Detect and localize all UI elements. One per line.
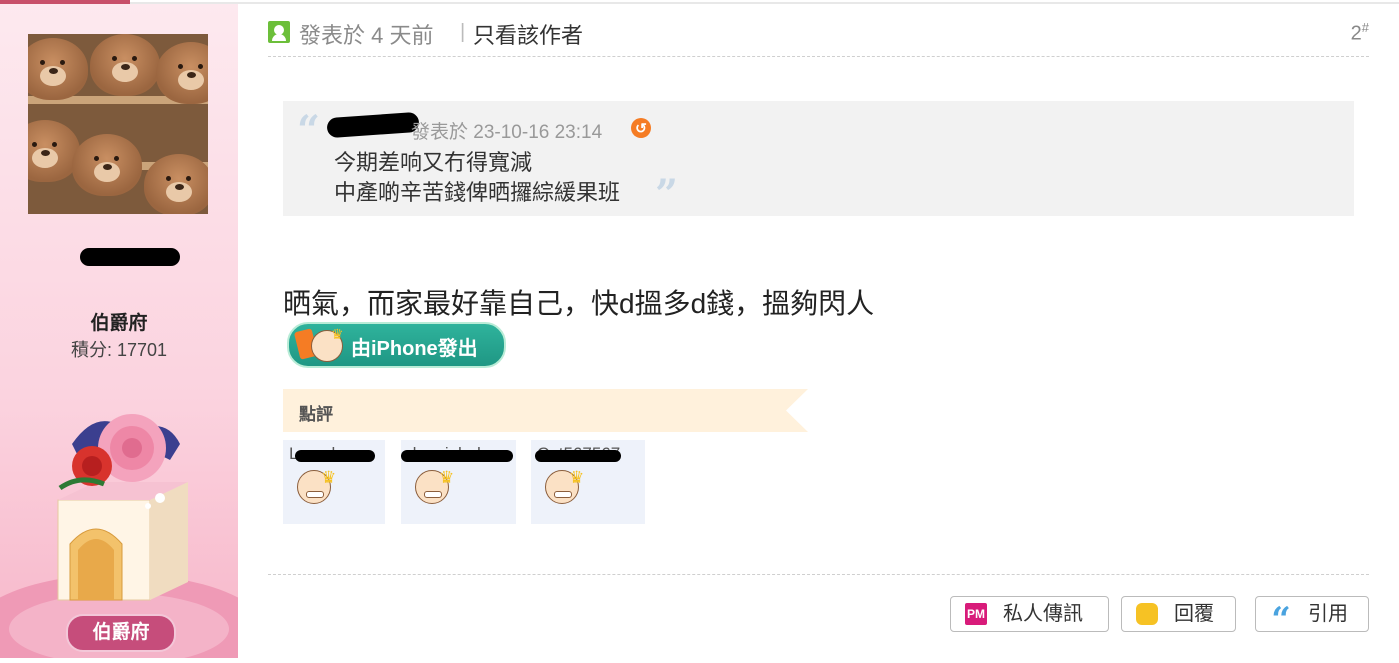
pm-button[interactable]: PM 私人傳訊	[950, 596, 1109, 632]
rating-title: 點評	[299, 405, 333, 424]
redacted-rater	[295, 450, 375, 462]
crown-icon: ♛	[331, 326, 344, 342]
jump-to-post-icon[interactable]: ↺	[631, 118, 651, 138]
quote-line: 中產啲辛苦錢俾晒攞綜緩果班	[334, 180, 621, 205]
pm-button-label: 私人傳訊	[1003, 603, 1083, 625]
crown-icon: ♛	[439, 468, 455, 487]
speech-bubble-icon	[1136, 603, 1158, 625]
rating-header-bg	[283, 389, 808, 432]
rater-card[interactable]: Lamabeee ♛	[283, 440, 385, 524]
quote-meta: 發表於 23-10-16 23:14	[411, 122, 603, 143]
rater-card[interactable]: danniehaha ♛	[401, 440, 516, 524]
header-separator: |	[460, 21, 466, 43]
redacted-rater	[401, 450, 513, 462]
avatar[interactable]	[28, 34, 208, 214]
bear-plush	[90, 34, 160, 96]
footer-divider	[268, 574, 1369, 575]
post-header: 發表於 4 天前 | 只看該作者 2#	[268, 16, 1369, 57]
floor-number-value: 2	[1350, 22, 1362, 45]
post-main: 發表於 4 天前 | 只看該作者 2# “ 發表於 23-10-16 23:14…	[238, 4, 1399, 658]
quote-line: 今期差响又冇得寬減	[334, 150, 533, 175]
floor-number-mark: #	[1361, 20, 1369, 35]
medal-label: 伯爵府	[66, 614, 176, 652]
pm-icon: PM	[965, 603, 987, 625]
quote-icon: “	[1271, 600, 1291, 640]
quote-button[interactable]: “ 引用	[1255, 596, 1369, 640]
user-points: 積分: 17701	[70, 340, 168, 360]
reply-button-label: 回覆	[1174, 603, 1214, 625]
quote-close-icon: ”	[655, 171, 679, 218]
rank-title: 伯爵府	[90, 313, 148, 334]
post-content: 晒氣，而家最好靠自己，快d搵多d錢，搵夠閃人	[283, 288, 875, 319]
iphone-badge[interactable]: ♛ 由iPhone發出	[287, 322, 506, 368]
quote-block: “ 發表於 23-10-16 23:14 ↺ 今期差响又冇得寬減 中產啲辛苦錢俾…	[283, 101, 1354, 218]
rank-medal: 伯爵府	[0, 404, 269, 663]
post-time: 發表於 4 天前	[299, 23, 434, 48]
bear-plush	[156, 42, 208, 104]
rating-header: 點評	[283, 389, 808, 432]
redacted-quoted-user	[326, 111, 420, 139]
quote-button-label: 引用	[1308, 603, 1348, 625]
bear-plush	[72, 134, 142, 196]
author-sidebar: 伯爵府 積分: 17701 伯爵府	[0, 4, 269, 663]
quote-open-icon: “	[297, 107, 321, 154]
reply-button[interactable]: 回覆	[1121, 596, 1236, 632]
only-author-link[interactable]: 只看該作者	[473, 18, 583, 50]
iphone-badge-label: 由iPhone發出	[351, 338, 478, 360]
bear-plush	[144, 154, 208, 214]
crown-icon: ♛	[569, 468, 585, 487]
crown-icon: ♛	[321, 468, 337, 487]
floor-number[interactable]: 2#	[1351, 20, 1369, 46]
redacted-username	[80, 248, 180, 266]
redacted-rater	[535, 450, 621, 462]
rater-card[interactable]: Cat567567 ♛	[531, 440, 645, 524]
user-icon	[268, 21, 290, 43]
bear-plush	[28, 38, 88, 100]
